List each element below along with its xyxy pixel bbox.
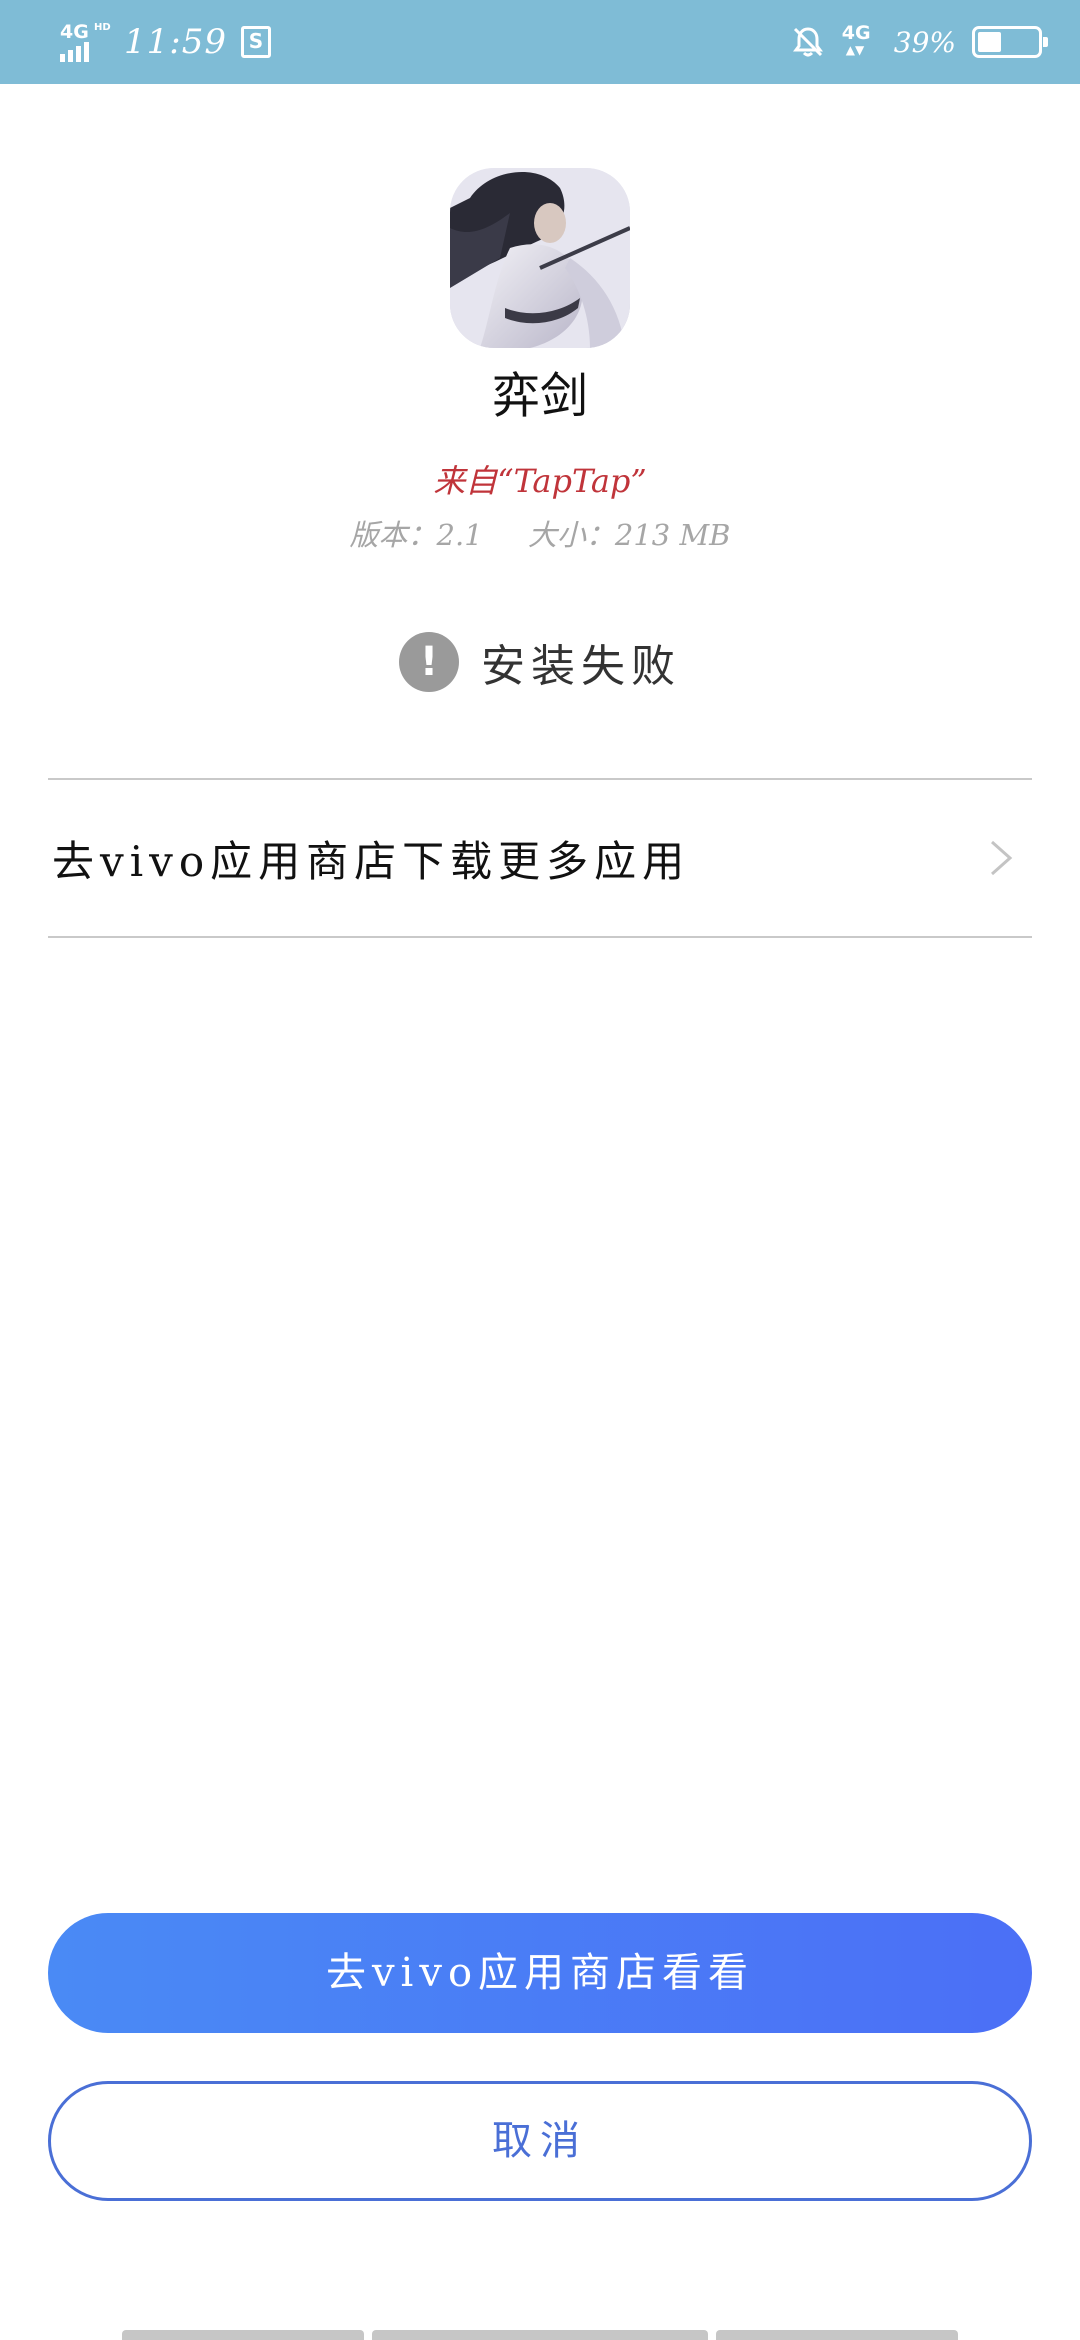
battery-icon xyxy=(972,26,1048,58)
app-size: 大小：213 MB xyxy=(527,518,731,552)
clock: 11:59 xyxy=(124,22,227,62)
warning-icon: ! xyxy=(399,632,459,692)
network-label: 4G xyxy=(60,21,89,43)
install-status-text: 安装失败 xyxy=(481,641,681,692)
screenshot-icon: S xyxy=(240,26,271,58)
cancel-button[interactable]: 取消 xyxy=(48,2081,1032,2201)
nav-gesture-bar-right[interactable] xyxy=(716,2330,958,2340)
app-icon-illustration xyxy=(450,168,630,348)
status-bar-right: 4G ▲▼ 39% xyxy=(790,16,1048,68)
network-hd-label: HD xyxy=(94,22,111,33)
open-store-button[interactable]: 去vivo应用商店看看 xyxy=(48,1913,1032,2033)
divider-bottom xyxy=(48,936,1032,938)
mobile-data-label: 4G xyxy=(841,22,871,44)
app-name: 弈剑 xyxy=(491,368,588,424)
install-status: ! 安装失败 xyxy=(0,630,1080,694)
chevron-right-icon xyxy=(991,840,1013,876)
mobile-data-icon: 4G ▲▼ xyxy=(841,22,871,57)
battery-fill xyxy=(978,32,1001,52)
app-version: 版本：2.1 xyxy=(349,518,483,552)
nav-gesture-bar-left[interactable] xyxy=(122,2330,364,2340)
app-source: 来自“TapTap” xyxy=(433,462,647,500)
store-link-row[interactable]: 去vivo应用商店下载更多应用 xyxy=(48,780,1032,936)
status-bar-left: 4G HD 11:59 S xyxy=(58,16,271,68)
nav-gesture-bar-center[interactable] xyxy=(372,2330,708,2340)
signal-icon: 4G HD xyxy=(58,20,111,64)
signal-bars xyxy=(60,42,89,62)
battery-percent: 39% xyxy=(893,25,956,59)
bell-off-icon xyxy=(792,27,823,57)
app-meta: 版本：2.1 大小：213 MB xyxy=(0,512,1080,554)
status-bar: 4G HD 11:59 S 4G ▲▼ 39% xyxy=(0,0,1080,84)
app-icon xyxy=(450,168,630,348)
store-link-label: 去vivo应用商店下载更多应用 xyxy=(52,836,691,886)
